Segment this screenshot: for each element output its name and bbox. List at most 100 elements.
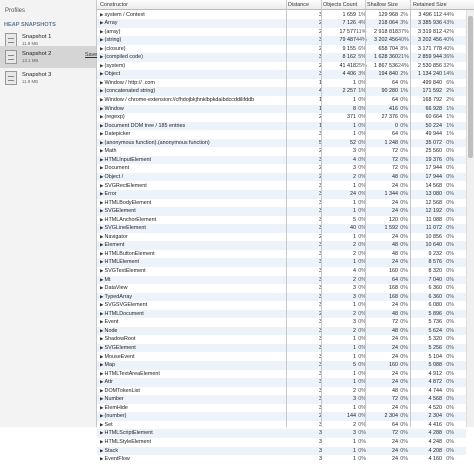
expand-triangle-icon[interactable]: ▶ [100,20,104,25]
scrollbar-thumb[interactable] [468,16,473,158]
expand-triangle-icon[interactable]: ▶ [100,430,104,435]
expand-triangle-icon[interactable]: ▶ [100,131,104,136]
snapshot-item-3[interactable]: Snapshot 3 11.9 MB [0,67,96,89]
expand-triangle-icon[interactable]: ▶ [100,242,104,247]
objects-count-cell: 1 [353,259,356,266]
expand-triangle-icon[interactable]: ▶ [100,106,104,111]
constructor-name: (string) [104,37,122,44]
expand-triangle-icon[interactable]: ▶ [100,448,104,453]
retained-size-percent: 0% [446,250,454,257]
constructor-name: Attr [104,379,113,386]
retained-size-percent: 2% [446,97,454,103]
shallow-size-cell: 160 [389,362,398,369]
expand-triangle-icon[interactable]: ▶ [100,388,104,393]
expand-triangle-icon[interactable]: ▶ [100,439,104,444]
expand-triangle-icon[interactable]: ▶ [100,88,104,93]
table-row[interactable]: ▶HTMLScriptElement 3 3 0% 72 0% 4 288 0% [97,429,466,438]
constructor-cell: ▶Stack [100,447,308,456]
expand-triangle-icon[interactable]: ▶ [100,422,104,427]
objects-count-cell: 144 [347,413,356,420]
retained-size-percent: 0% [446,268,454,274]
constructor-name: HTMLScriptElement [104,430,153,437]
objects-count-cell: 1 [353,233,356,240]
column-header-shallow-size[interactable]: Shallow Size [367,2,398,8]
expand-triangle-icon[interactable]: ▶ [100,217,104,222]
expand-triangle-icon[interactable]: ▶ [100,268,104,273]
table-row[interactable]: ▶EventFlow 3 1 0% 24 0% 4 160 0% [97,455,466,464]
objects-count-cell: 1 [353,208,356,215]
expand-triangle-icon[interactable]: ▶ [100,46,104,51]
expand-triangle-icon[interactable]: ▶ [100,371,104,376]
expand-triangle-icon[interactable]: ▶ [100,277,104,282]
expand-triangle-icon[interactable]: ▶ [100,354,104,359]
column-header-distance[interactable]: Distance [288,2,309,8]
expand-triangle-icon[interactable]: ▶ [100,379,104,384]
expand-triangle-icon[interactable]: ▶ [100,97,104,102]
grid-scrollbar[interactable] [466,10,474,427]
column-header-constructor[interactable]: Constructor [100,2,128,8]
expand-triangle-icon[interactable]: ▶ [100,114,104,119]
objects-count-cell: 52 [350,139,356,146]
expand-triangle-icon[interactable]: ▶ [100,319,104,324]
expand-triangle-icon[interactable]: ▶ [100,140,104,145]
expand-triangle-icon[interactable]: ▶ [100,200,104,205]
shallow-size-percent: 0% [400,336,408,343]
shallow-size-cell: 24 [392,336,398,343]
retained-size-cell: 4 744 [428,387,443,394]
objects-count-cell: 4 [353,156,356,163]
shallow-size-cell: 72 [392,165,398,172]
expand-triangle-icon[interactable]: ▶ [100,456,104,461]
shallow-size-percent: 0% [400,327,408,334]
expand-triangle-icon[interactable]: ▶ [100,294,104,299]
expand-triangle-icon[interactable]: ▶ [100,251,104,256]
column-header-retained-size[interactable]: Retained Size [413,2,447,8]
retained-size-percent: 0% [446,336,454,343]
constructor-cell: ▶Navigator [100,233,308,242]
expand-triangle-icon[interactable]: ▶ [100,80,104,85]
expand-triangle-icon[interactable]: ▶ [100,362,104,367]
expand-triangle-icon[interactable]: ▶ [100,396,104,401]
objects-count-percent: 0% [358,456,366,463]
shallow-size-percent: 0% [400,139,408,146]
expand-triangle-icon[interactable]: ▶ [100,328,104,333]
expand-triangle-icon[interactable]: ▶ [100,63,104,68]
expand-triangle-icon[interactable]: ▶ [100,336,104,341]
expand-triangle-icon[interactable]: ▶ [100,285,104,290]
snapshot-name: Snapshot 2 [22,51,52,57]
retained-size-percent: 0% [446,439,454,445]
shallow-size-percent: 0% [400,447,408,454]
expand-triangle-icon[interactable]: ▶ [100,29,104,34]
expand-triangle-icon[interactable]: ▶ [100,191,104,196]
expand-triangle-icon[interactable]: ▶ [100,157,104,162]
expand-triangle-icon[interactable]: ▶ [100,259,104,264]
expand-triangle-icon[interactable]: ▶ [100,405,104,410]
shallow-size-percent: 0% [400,225,408,232]
expand-triangle-icon[interactable]: ▶ [100,148,104,153]
expand-triangle-icon[interactable]: ▶ [100,37,104,42]
retained-size-percent: 0% [446,285,454,292]
expand-triangle-icon[interactable]: ▶ [100,165,104,170]
expand-triangle-icon[interactable]: ▶ [100,174,104,179]
shallow-size-cell: 64 [392,276,398,283]
shallow-size-cell: 24 [392,233,398,240]
shallow-size-percent: 2% [400,71,408,78]
expand-triangle-icon[interactable]: ▶ [100,225,104,230]
constructor-cell: ▶(number) [100,412,308,421]
expand-triangle-icon[interactable]: ▶ [100,54,104,59]
expand-triangle-icon[interactable]: ▶ [100,234,104,239]
column-header-objects-count[interactable]: Objects Count [323,2,357,8]
expand-triangle-icon[interactable]: ▶ [100,123,104,128]
expand-triangle-icon[interactable]: ▶ [100,413,104,418]
expand-triangle-icon[interactable]: ▶ [100,12,104,17]
shallow-size-percent: 0% [400,250,408,257]
expand-triangle-icon[interactable]: ▶ [100,345,104,350]
expand-triangle-icon[interactable]: ▶ [100,311,104,316]
expand-triangle-icon[interactable]: ▶ [100,302,104,307]
snapshot-item-2[interactable]: Snapshot 2 13.1 MB Save [0,46,97,68]
save-snapshot-link[interactable]: Save [85,52,97,58]
expand-triangle-icon[interactable]: ▶ [100,71,104,76]
table-row[interactable]: ▶HTMLStyleElement 3 1 0% 24 0% 4 248 0% [97,438,466,447]
expand-triangle-icon[interactable]: ▶ [100,183,104,188]
table-row[interactable]: ▶Stack 3 1 0% 24 0% 4 208 0% [97,446,466,456]
expand-triangle-icon[interactable]: ▶ [100,208,104,213]
